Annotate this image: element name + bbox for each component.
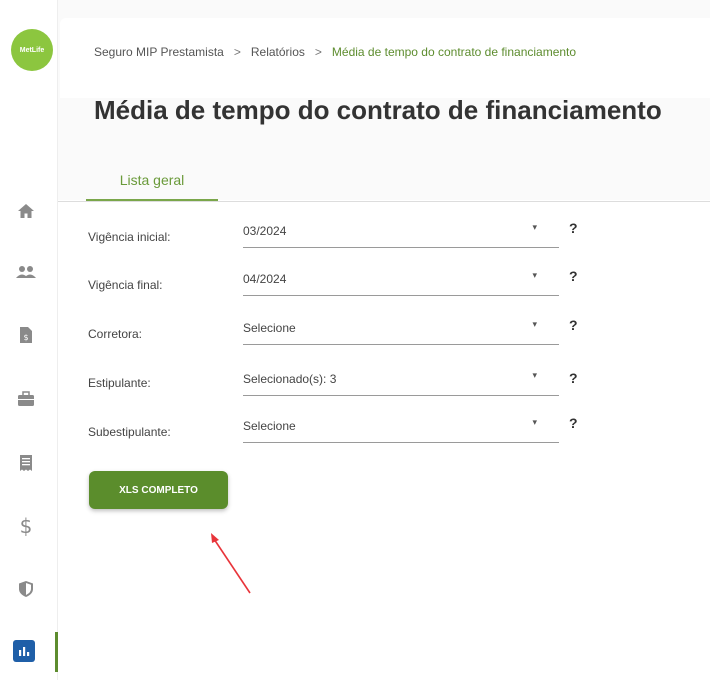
chevron-down-icon: ▾ xyxy=(532,222,537,232)
active-indicator xyxy=(55,632,58,672)
xls-completo-button[interactable]: XLS COMPLETO xyxy=(89,471,228,509)
help-icon[interactable]: ? xyxy=(569,415,578,431)
home-icon[interactable] xyxy=(13,198,39,224)
subestipulante-select[interactable]: Selecione ▾ xyxy=(243,417,559,443)
corretora-label: Corretora: xyxy=(88,327,143,341)
tab-lista-geral[interactable]: Lista geral xyxy=(86,166,218,201)
help-icon[interactable]: ? xyxy=(569,370,578,386)
annotation-arrow-icon xyxy=(211,533,251,594)
briefcase-icon[interactable] xyxy=(13,386,39,412)
breadcrumb-separator: > xyxy=(233,45,241,59)
corretora-select[interactable]: Selecione ▾ xyxy=(243,319,559,345)
dollar-icon[interactable]: $ xyxy=(13,513,39,539)
help-icon[interactable]: ? xyxy=(569,220,578,236)
help-icon[interactable]: ? xyxy=(569,317,578,333)
breadcrumb-item-relatorios[interactable]: Relatórios xyxy=(251,45,305,59)
vigencia-final-value: 04/2024 xyxy=(243,272,287,286)
svg-text:$: $ xyxy=(20,515,33,537)
vigencia-inicial-label: Vigência inicial: xyxy=(88,230,171,244)
chevron-down-icon: ▾ xyxy=(532,270,537,280)
breadcrumb-item-seguro[interactable]: Seguro MIP Prestamista xyxy=(94,45,224,59)
vigencia-final-select[interactable]: 04/2024 ▾ xyxy=(243,270,559,296)
subestipulante-value: Selecione xyxy=(243,419,296,433)
chevron-down-icon: ▾ xyxy=(532,370,537,380)
breadcrumb: Seguro MIP Prestamista > Relatórios > Mé… xyxy=(94,45,576,59)
estipulante-label: Estipulante: xyxy=(88,376,151,390)
chevron-down-icon: ▾ xyxy=(532,417,537,427)
vigencia-final-label: Vigência final: xyxy=(88,278,163,292)
bar-chart-icon[interactable] xyxy=(13,640,35,662)
vigencia-inicial-value: 03/2024 xyxy=(243,224,287,238)
corretora-value: Selecione xyxy=(243,321,296,335)
tabs-divider xyxy=(58,201,710,202)
breadcrumb-separator: > xyxy=(314,45,322,59)
users-icon[interactable] xyxy=(13,259,39,285)
svg-text:$: $ xyxy=(23,333,28,342)
chevron-down-icon: ▾ xyxy=(532,319,537,329)
document-dollar-icon[interactable]: $ xyxy=(13,322,39,348)
help-icon[interactable]: ? xyxy=(569,268,578,284)
subestipulante-label: Subestipulante: xyxy=(88,425,171,439)
shield-icon[interactable] xyxy=(13,576,39,602)
estipulante-select[interactable]: Selecionado(s): 3 ▾ xyxy=(243,370,559,396)
receipt-icon[interactable] xyxy=(13,450,39,476)
metlife-logo[interactable]: MetLife xyxy=(11,29,53,71)
page-title: Média de tempo do contrato de financiame… xyxy=(94,95,662,125)
sidebar: MetLife $ $ xyxy=(0,0,58,680)
breadcrumb-item-current: Média de tempo do contrato de financiame… xyxy=(331,45,577,59)
estipulante-value: Selecionado(s): 3 xyxy=(243,372,337,386)
vigencia-inicial-select[interactable]: 03/2024 ▾ xyxy=(243,222,559,248)
